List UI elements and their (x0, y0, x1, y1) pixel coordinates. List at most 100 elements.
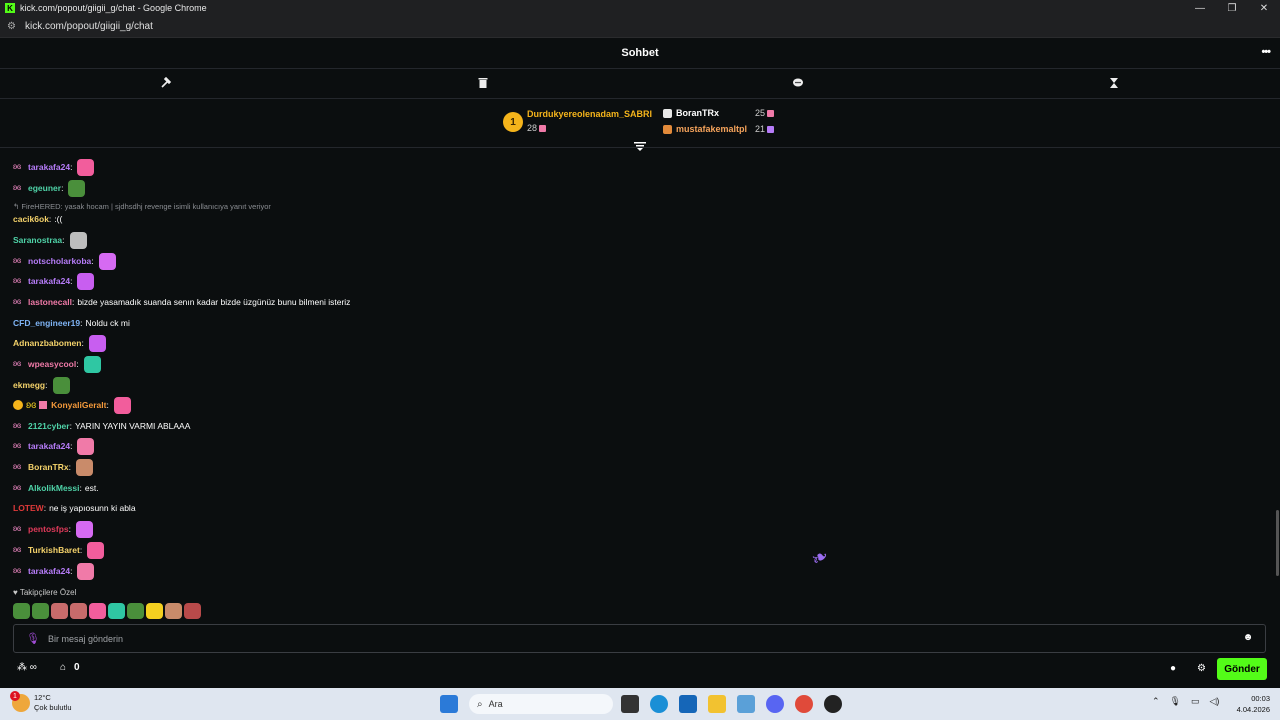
emote-icon[interactable] (77, 562, 95, 580)
leaderboard-second[interactable]: BoranTRx 25 (663, 108, 775, 119)
message-input[interactable] (48, 633, 1241, 644)
follower-emote-icon[interactable] (32, 603, 49, 619)
chat-username[interactable]: wpeasycool (28, 359, 76, 369)
emoji-picker-icon[interactable]: ☻ (1241, 632, 1255, 646)
chat-username[interactable]: CFD_engineer19 (13, 318, 80, 328)
emote-picker-row (13, 603, 201, 619)
hammer-icon[interactable] (159, 76, 173, 91)
follower-emote-icon[interactable] (70, 603, 87, 619)
emote-icon[interactable] (77, 272, 95, 290)
follower-emote-icon[interactable] (51, 603, 68, 619)
file-explorer-icon[interactable] (708, 695, 726, 713)
discord-icon[interactable] (766, 695, 784, 713)
tray-chevron-icon[interactable]: ⌃ (1152, 696, 1160, 707)
chat-username[interactable]: 2121cyber (28, 421, 70, 431)
gear-icon[interactable]: ⚙ (1197, 663, 1206, 674)
emote-icon[interactable] (83, 355, 101, 373)
network-icon[interactable]: ▭ (1191, 696, 1200, 707)
taskbar-search[interactable]: ⌕ Ara (469, 694, 613, 714)
username-separator: : (106, 400, 109, 410)
emote-icon[interactable] (77, 437, 95, 455)
url-text[interactable]: kick.com/popout/giigii_g/chat (25, 21, 153, 32)
chat-username[interactable]: pentosfps (28, 524, 69, 534)
weather-widget[interactable]: 1 12°C Çok bulutlu (10, 691, 72, 713)
follower-emote-icon[interactable] (13, 603, 30, 619)
chrome-icon[interactable] (795, 695, 813, 713)
chat-username[interactable]: Saranostraa (13, 235, 62, 245)
follower-emote-icon[interactable] (127, 603, 144, 619)
chat-username[interactable]: tarakafa24 (28, 162, 70, 172)
butterfly-badge-icon: ʚɞ (13, 566, 22, 575)
app-icon[interactable] (824, 695, 842, 713)
chat-settings-bubble-icon[interactable]: ● (1170, 663, 1176, 674)
follower-emote-icon[interactable] (146, 603, 163, 619)
taskbar-clock[interactable]: 00:03 4.04.2026 (1226, 693, 1270, 715)
site-settings-icon[interactable]: ⚙ (7, 21, 19, 32)
follower-emote-icon[interactable] (165, 603, 182, 619)
clock-date: 4.04.2026 (1236, 705, 1270, 714)
restore-button[interactable]: ❐ (1216, 0, 1248, 16)
emote-icon[interactable] (87, 541, 105, 559)
chat-username[interactable]: Adnanzbabomen (13, 338, 81, 348)
follower-emote-icon[interactable] (89, 603, 106, 619)
chat-message-text: :(( (54, 214, 63, 224)
store-icon[interactable] (679, 695, 697, 713)
chat-username[interactable]: egeuner (28, 183, 61, 193)
chat-username[interactable]: BoranTRx (28, 462, 69, 472)
emote-icon[interactable] (69, 231, 87, 249)
chat-username[interactable]: tarakafa24 (28, 566, 70, 576)
close-button[interactable]: ✕ (1248, 0, 1280, 16)
chat-scrollbar[interactable] (1276, 510, 1279, 576)
leaderboard-first-name[interactable]: Durdukyereolenadam_SABRI (527, 109, 652, 119)
emote-icon[interactable] (52, 376, 70, 394)
infinity-icon[interactable]: ⁂ ∞ (17, 662, 37, 673)
windows-start-icon[interactable] (440, 695, 458, 713)
chat-username[interactable]: notscholarkoba (28, 256, 91, 266)
address-bar[interactable]: ⚙ kick.com/popout/giigii_g/chat (0, 16, 1280, 38)
followers-only-label: ♥ Takipçilere Özel (13, 588, 77, 597)
emote-icon[interactable] (98, 252, 116, 270)
emote-icon[interactable] (76, 458, 93, 476)
chat-username[interactable]: TurkishBaret (28, 545, 80, 555)
butterfly-badge-icon: ʚɞ (13, 183, 22, 192)
follower-emote-icon[interactable] (108, 603, 125, 619)
username-separator: : (48, 214, 52, 224)
emote-icon[interactable] (113, 396, 131, 414)
chat-username[interactable]: tarakafa24 (28, 276, 70, 286)
butterfly-badge-icon: ʚɞ (26, 399, 37, 411)
gift-icon (767, 126, 775, 134)
emote-icon[interactable] (88, 334, 106, 352)
settings-app-icon[interactable] (737, 695, 755, 713)
gift-icon (767, 110, 775, 118)
task-view-icon[interactable] (621, 695, 639, 713)
emote-icon[interactable] (77, 158, 95, 176)
edge-icon[interactable] (650, 695, 668, 713)
volume-icon[interactable]: ◁) (1210, 696, 1220, 707)
chat-username[interactable]: cacik6ok (13, 214, 49, 224)
follower-emote-icon[interactable] (184, 603, 201, 619)
chat-username[interactable]: tarakafa24 (28, 441, 70, 451)
trash-icon[interactable] (476, 77, 490, 91)
chat-username[interactable]: KonyaliGeralt (51, 400, 106, 410)
chat-username[interactable]: AlkolikMessi (28, 483, 80, 493)
chat-username[interactable]: lastonecall (28, 297, 72, 307)
chat-username[interactable]: ekmegg (13, 380, 45, 390)
emote-icon[interactable] (76, 520, 93, 538)
chat-header: Sohbet ••• (0, 38, 1280, 69)
message-input-box[interactable]: 🎙 ☻ (13, 624, 1266, 653)
send-button[interactable]: Gönder (1217, 658, 1267, 680)
hourglass-icon[interactable] (1107, 77, 1121, 91)
leaderboard-third[interactable]: mustafakemaltpl 21 (663, 124, 775, 135)
more-options-icon[interactable]: ••• (1261, 46, 1271, 58)
butterfly-badge-icon: ʚɞ (13, 276, 22, 285)
chat-bubble-icon[interactable] (791, 77, 805, 91)
chat-username[interactable]: LOTEW (13, 503, 44, 513)
channel-points[interactable]: ⌂ 0 (60, 662, 80, 673)
chat-message-text: est. (84, 483, 99, 493)
chat-message: ʚɞ TurkishBaret: (13, 540, 105, 560)
chat-message: LOTEW: ne iş yapıosunn ki abla (13, 498, 136, 518)
minimize-button[interactable]: — (1184, 0, 1216, 16)
microphone-icon[interactable]: 🎙 (26, 632, 40, 645)
emote-icon[interactable] (68, 179, 86, 197)
tray-mic-icon[interactable]: 🎙 (1170, 696, 1181, 707)
